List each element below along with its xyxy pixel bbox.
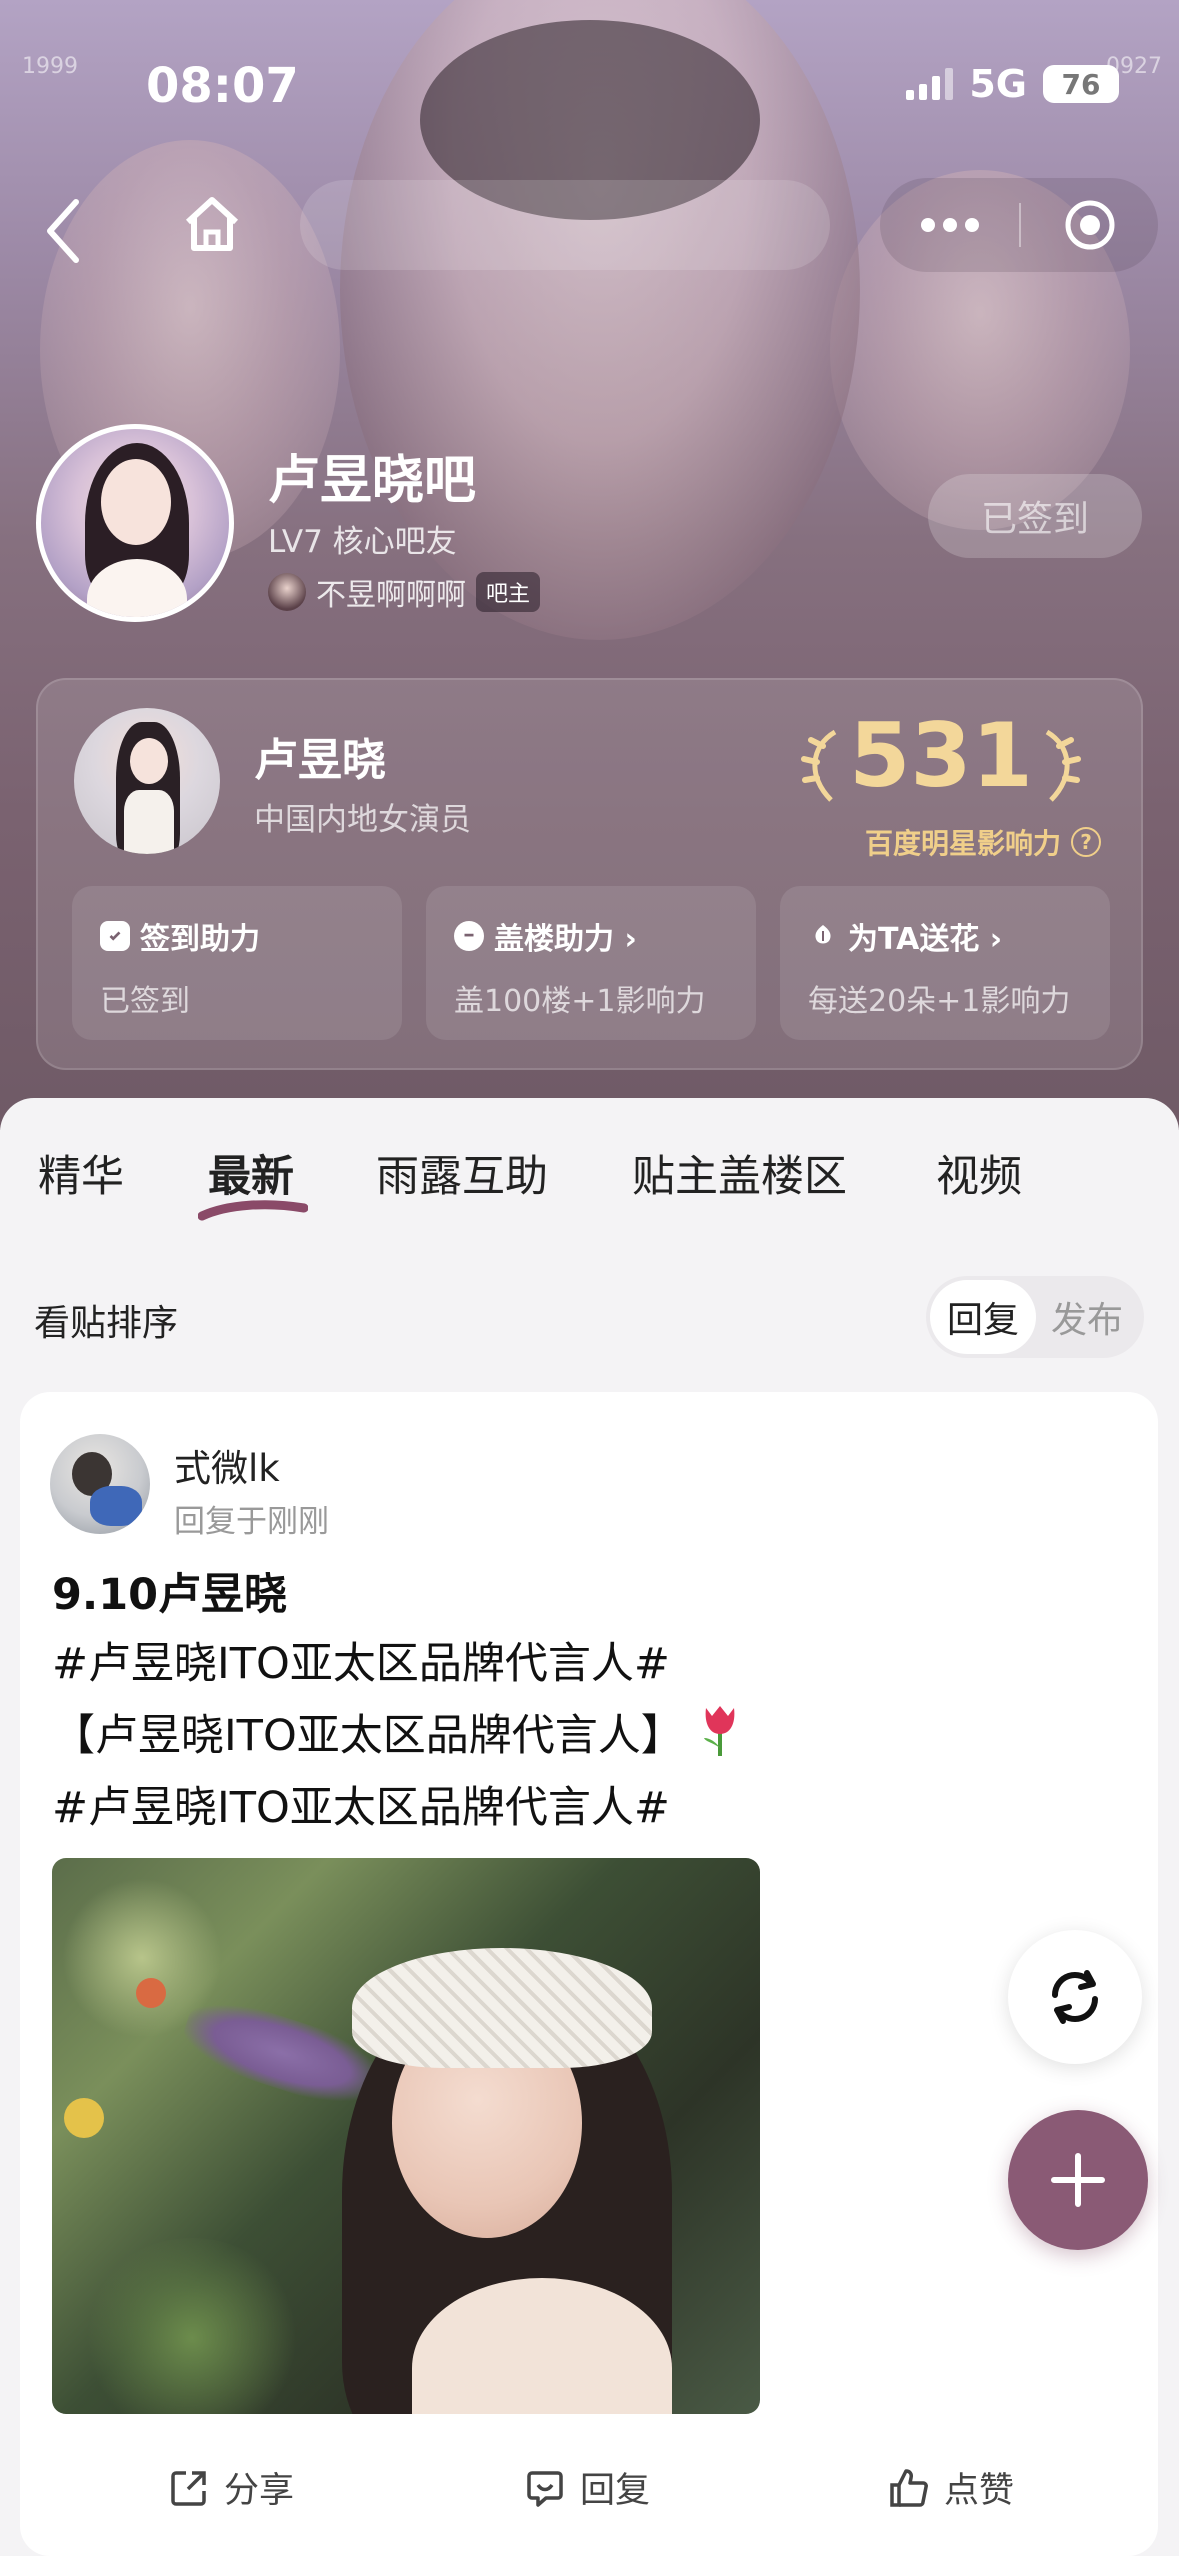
boost-build-floor[interactable]: 盖楼助力 › 盖100楼+1影响力 bbox=[426, 886, 756, 1040]
back-icon bbox=[47, 199, 79, 263]
forum-title: 卢昱晓吧 bbox=[268, 451, 477, 511]
reply-button[interactable]: 回复 bbox=[524, 2462, 650, 2513]
battery-icon: 76 bbox=[1043, 65, 1119, 103]
star-avatar[interactable] bbox=[74, 708, 220, 854]
influence-score[interactable]: 531 百度明星影响力 ? bbox=[781, 704, 1101, 874]
sign-in-button[interactable]: 已签到 bbox=[928, 474, 1142, 558]
boost-title: 盖楼助力 › bbox=[494, 922, 637, 957]
post-body-line: 【卢昱晓ITO亚太区品牌代言人】 bbox=[52, 1711, 684, 1761]
like-label: 点赞 bbox=[944, 2471, 1015, 2511]
author-name[interactable]: 式微lk bbox=[174, 1438, 280, 1492]
post-actions: 分享 回复 点赞 bbox=[20, 2462, 1158, 2532]
post-card[interactable]: 式微lk 回复于刚刚 9.10卢昱晓 #卢昱晓ITO亚太区品牌代言人# 【卢昱晓… bbox=[20, 1392, 1158, 2556]
boost-title: 签到助力 bbox=[140, 922, 260, 957]
home-icon bbox=[185, 197, 239, 251]
post-image[interactable] bbox=[52, 1858, 760, 2414]
tulip-icon bbox=[703, 1706, 735, 1756]
tab-latest[interactable]: 最新 bbox=[208, 1142, 294, 1204]
post-body-line: #卢昱晓ITO亚太区品牌代言人# bbox=[52, 1639, 670, 1689]
home-button[interactable] bbox=[180, 192, 244, 256]
post-title[interactable]: 9.10卢昱晓 bbox=[52, 1560, 287, 1622]
post-body-line: #卢昱晓ITO亚太区品牌代言人# bbox=[52, 1783, 670, 1833]
back-button[interactable] bbox=[36, 196, 96, 266]
battery-level: 76 bbox=[1061, 67, 1101, 101]
search-bar[interactable] bbox=[300, 180, 830, 270]
star-name: 卢昱晓 bbox=[254, 735, 386, 786]
status-time: 08:07 bbox=[146, 58, 299, 114]
share-icon bbox=[171, 2470, 206, 2506]
post-time: 回复于刚刚 bbox=[174, 1504, 329, 1540]
help-icon[interactable]: ? bbox=[1071, 827, 1101, 857]
star-influence-card: 卢昱晓 中国内地女演员 531 百度明星影响力 ? 签到助力 已签到 盖楼助力 … bbox=[36, 678, 1143, 1070]
refresh-button[interactable] bbox=[1008, 1930, 1142, 2064]
comment-icon bbox=[527, 2470, 563, 2507]
tab-mutual-help[interactable]: 雨露互助 bbox=[376, 1142, 548, 1204]
boost-subtitle: 已签到 bbox=[100, 984, 190, 1019]
forum-avatar[interactable] bbox=[36, 424, 234, 622]
header-deco-text-left: 1999 bbox=[22, 54, 78, 79]
new-post-button[interactable] bbox=[1008, 2110, 1148, 2250]
user-level: LV7 核心吧友 bbox=[268, 524, 457, 560]
miniapp-close-button[interactable] bbox=[1021, 178, 1158, 272]
star-description: 中国内地女演员 bbox=[254, 802, 471, 838]
tab-featured[interactable]: 精华 bbox=[38, 1142, 124, 1204]
boost-subtitle: 每送20朵+1影响力 bbox=[808, 984, 1071, 1019]
more-icon bbox=[920, 218, 979, 232]
tab-video[interactable]: 视频 bbox=[936, 1142, 1022, 1204]
share-button[interactable]: 分享 bbox=[168, 2462, 294, 2513]
admin-name: 不昱啊啊啊 bbox=[316, 578, 466, 613]
sort-label: 看贴排序 bbox=[34, 1303, 179, 1344]
tab-active-underline bbox=[198, 1200, 308, 1221]
signal-icon bbox=[906, 68, 954, 100]
forum-admin[interactable]: 不昱啊啊啊 吧主 bbox=[268, 570, 541, 614]
target-icon bbox=[1065, 200, 1114, 250]
flower-icon bbox=[808, 921, 838, 951]
boost-subtitle: 盖100楼+1影响力 bbox=[454, 984, 706, 1019]
influence-label: 百度明星影响力 ? bbox=[865, 822, 1101, 862]
boost-send-flowers[interactable]: 为TA送花 › 每送20朵+1影响力 bbox=[780, 886, 1110, 1040]
feed-panel: 精华 最新 雨露互助 贴主盖楼区 视频 看贴排序 回复 发布 式微lk 回复于刚… bbox=[0, 1098, 1179, 2556]
like-icon bbox=[890, 2468, 928, 2507]
forum-header: 1999 0927 08:07 5G 76 卢昱晓吧 LV7 核心吧友 不昱啊啊… bbox=[0, 0, 1179, 1130]
status-indicators: 5G 76 bbox=[906, 62, 1119, 106]
post-body[interactable]: #卢昱晓ITO亚太区品牌代言人# 【卢昱晓ITO亚太区品牌代言人】 #卢昱晓IT… bbox=[52, 1628, 1132, 1844]
calendar-icon bbox=[100, 921, 130, 951]
admin-badge: 吧主 bbox=[476, 572, 541, 612]
plus-icon bbox=[1051, 2153, 1105, 2207]
admin-avatar bbox=[268, 573, 306, 611]
boost-sign-in[interactable]: 签到助力 已签到 bbox=[72, 886, 402, 1040]
sort-option-publish[interactable]: 发布 bbox=[1034, 1280, 1140, 1354]
boost-title: 为TA送花 › bbox=[848, 922, 1003, 957]
reply-label: 回复 bbox=[580, 2471, 651, 2511]
post-body-line-with-emoji: 【卢昱晓ITO亚太区品牌代言人】 bbox=[52, 1700, 1132, 1772]
author-avatar[interactable] bbox=[50, 1434, 150, 1534]
nav-action-group bbox=[880, 178, 1158, 272]
sort-option-reply[interactable]: 回复 bbox=[930, 1280, 1036, 1354]
chat-icon bbox=[454, 921, 484, 951]
network-label: 5G bbox=[969, 62, 1027, 106]
laurel-right-icon bbox=[1045, 729, 1081, 802]
refresh-icon bbox=[1052, 1970, 1098, 2024]
tab-poster-floor[interactable]: 贴主盖楼区 bbox=[632, 1142, 847, 1204]
more-button[interactable] bbox=[880, 178, 1019, 272]
share-label: 分享 bbox=[224, 2471, 295, 2511]
sort-toggle: 回复 发布 bbox=[926, 1276, 1144, 1358]
like-button[interactable]: 点赞 bbox=[888, 2462, 1014, 2513]
influence-label-text: 百度明星影响力 bbox=[864, 827, 1061, 860]
feed-tabs: 精华 最新 雨露互助 贴主盖楼区 视频 bbox=[0, 1142, 1179, 1222]
